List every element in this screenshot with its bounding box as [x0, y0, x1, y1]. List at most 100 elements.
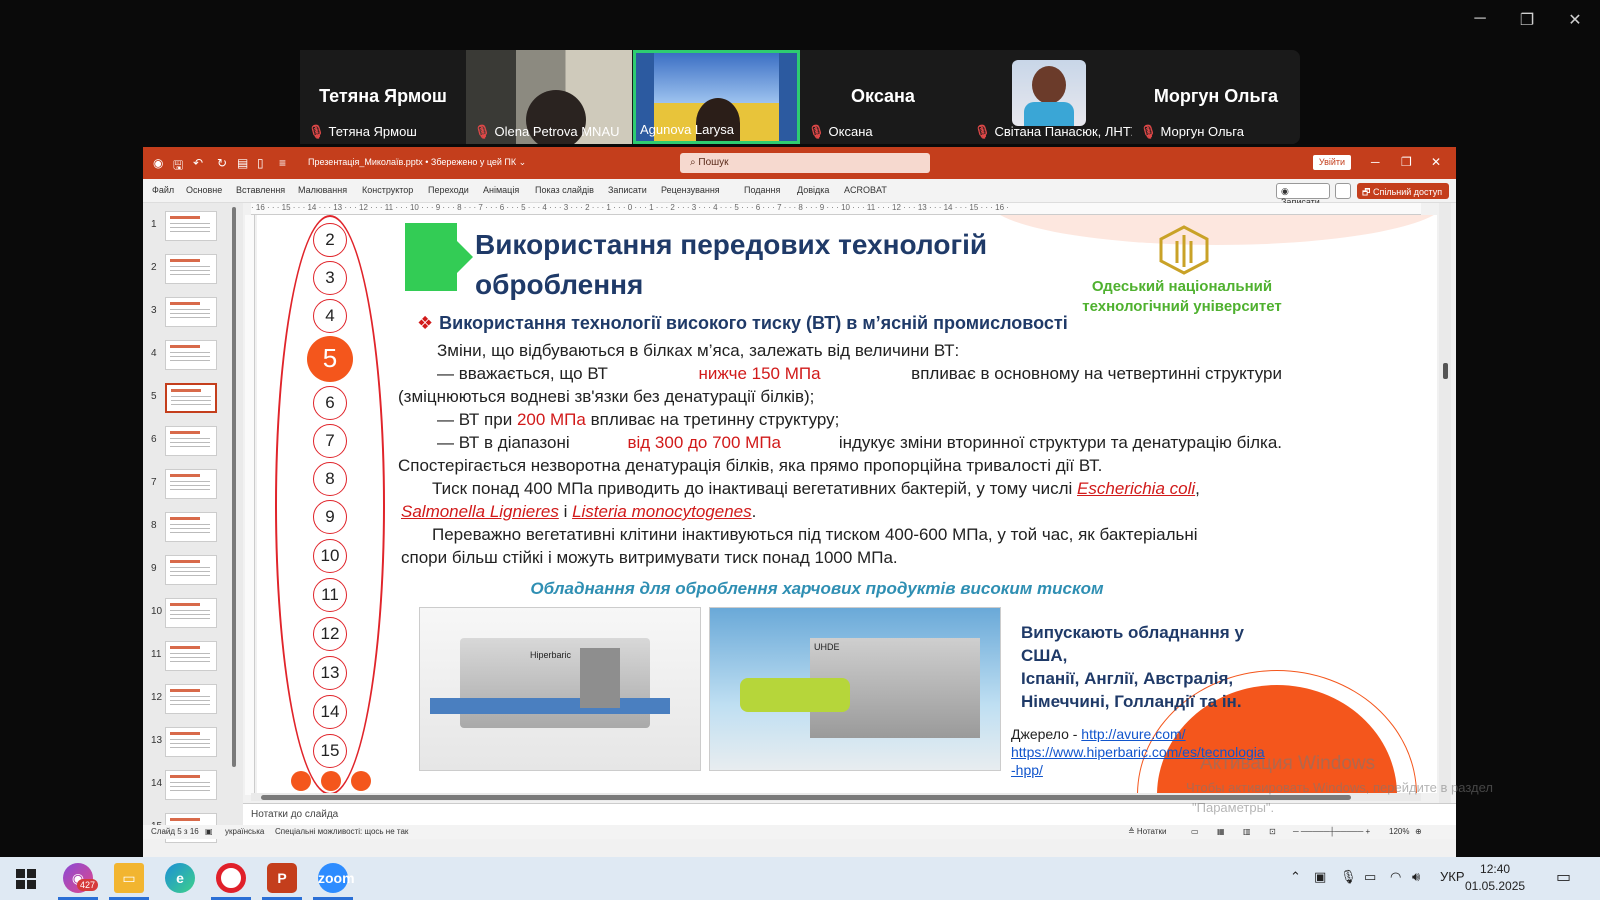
file-explorer-icon[interactable]: ▭: [114, 863, 144, 893]
accessibility-status[interactable]: Спеціальні можливості: щось не так: [275, 827, 408, 836]
tab-file[interactable]: Файл: [152, 185, 174, 195]
wifi-icon[interactable]: ◠: [1390, 869, 1401, 885]
slide-thumbnail[interactable]: [165, 383, 217, 413]
participant-tile[interactable]: 🎙︎ Olena Petrova MNAU: [466, 50, 632, 144]
autosave-icon[interactable]: ◉: [153, 156, 163, 170]
customize-icon[interactable]: ≡: [279, 156, 286, 170]
tab-home[interactable]: Основне: [186, 185, 222, 195]
minimize-icon[interactable]: ─: [1465, 10, 1495, 28]
comments-button[interactable]: [1335, 183, 1351, 199]
slide-nav-number[interactable]: 12: [313, 617, 347, 651]
tab-view[interactable]: Подання: [744, 185, 780, 195]
slide-thumbnail[interactable]: [165, 211, 217, 241]
tab-review[interactable]: Рецензування: [661, 185, 720, 195]
slide-nav-number[interactable]: 11: [313, 578, 347, 612]
share-button[interactable]: 🗗 Спільний доступ ⌄: [1357, 183, 1449, 211]
slide-nav-number-active[interactable]: 5: [307, 336, 353, 382]
tray-expand-icon[interactable]: ⌃: [1290, 869, 1301, 885]
login-button[interactable]: Увійти: [1313, 155, 1351, 170]
slide-nav-number[interactable]: 6: [313, 386, 347, 420]
language-status[interactable]: українська: [225, 827, 264, 836]
slide-thumbnail[interactable]: [165, 770, 217, 800]
ppt-minimize-icon[interactable]: ─: [1371, 155, 1380, 169]
zoom-app-icon[interactable]: zoom: [318, 863, 355, 893]
windows-start-icon[interactable]: [16, 869, 36, 889]
present-icon[interactable]: ▤: [237, 156, 248, 170]
tab-draw[interactable]: Малювання: [298, 185, 347, 195]
source-link-avure[interactable]: http://avure.com/: [1081, 726, 1185, 742]
tab-help[interactable]: Довідка: [797, 185, 829, 195]
ppt-restore-icon[interactable]: ❐: [1401, 155, 1412, 169]
search-input[interactable]: ⌕ Пошук: [680, 153, 930, 173]
slide-nav-number[interactable]: 7: [313, 424, 347, 458]
restore-icon[interactable]: ❐: [1512, 10, 1542, 30]
fit-slide-icon[interactable]: ⊕: [1415, 827, 1422, 836]
tab-animations[interactable]: Анімація: [483, 185, 519, 195]
reading-view-icon[interactable]: ▥: [1243, 827, 1251, 836]
slide-nav-number[interactable]: 2: [313, 223, 347, 257]
normal-view-icon[interactable]: ▭: [1191, 827, 1199, 836]
slide-nav-number[interactable]: 10: [313, 539, 347, 573]
slide-canvas[interactable]: 2 3 4 5 6 7 8 9 10 11 12 13 14 15 Використання передо…: [257, 215, 1437, 793]
tray-meet-icon[interactable]: ▣: [1314, 869, 1326, 885]
powerpoint-app-icon[interactable]: P: [267, 863, 297, 893]
vertical-scrollbar[interactable]: [1439, 203, 1451, 803]
slide-thumbnail[interactable]: [165, 598, 217, 628]
notifications-icon[interactable]: ▭: [1556, 867, 1571, 887]
slide-thumbnail[interactable]: [165, 340, 217, 370]
notes-toggle[interactable]: ≜ Нотатки: [1128, 827, 1166, 836]
participant-tile-active[interactable]: Agunova Larysa: [633, 50, 800, 144]
slide-thumbnail[interactable]: [165, 555, 217, 585]
source-link-hiperbaric-cont[interactable]: -hpp/: [1011, 762, 1043, 778]
slide-thumbnail[interactable]: [165, 512, 217, 542]
slide-nav-number[interactable]: 9: [313, 500, 347, 534]
participant-big-name: Оксана: [851, 86, 915, 106]
close-icon[interactable]: ✕: [1560, 10, 1590, 30]
undo-icon[interactable]: ↶: [193, 156, 203, 170]
slide-thumbnail[interactable]: [165, 254, 217, 284]
system-clock[interactable]: 12:40 01.05.2025: [1465, 861, 1525, 895]
slide-thumbnail[interactable]: [165, 469, 217, 499]
slide-nav-number[interactable]: 8: [313, 462, 347, 496]
tab-design[interactable]: Конструктор: [362, 185, 413, 195]
slide-nav-number[interactable]: 13: [313, 656, 347, 690]
tab-acrobat[interactable]: ACROBAT: [844, 185, 887, 195]
opera-browser-icon[interactable]: [216, 863, 246, 893]
spellcheck-icon[interactable]: ▣: [205, 827, 213, 836]
participant-tile[interactable]: 🎙︎ Світана Панасюк, ЛНТУ: [966, 50, 1132, 144]
redo-icon[interactable]: ↻: [217, 156, 227, 170]
slide-nav-number[interactable]: 4: [313, 299, 347, 333]
volume-icon[interactable]: 🔊︎: [1412, 869, 1420, 885]
participant-tile[interactable]: Тетяна Ярмош 🎙︎ Тетяна Ярмош: [300, 50, 466, 144]
participant-tile[interactable]: Моргун Ольга 🎙︎ Моргун Ольга: [1132, 50, 1300, 144]
tab-insert[interactable]: Вставлення: [236, 185, 285, 195]
tray-mic-icon[interactable]: 🎙︎: [1340, 869, 1357, 885]
thumbnail-scrollbar[interactable]: [232, 207, 236, 767]
ppt-close-icon[interactable]: ✕: [1431, 155, 1441, 169]
sorter-view-icon[interactable]: ▦: [1217, 827, 1225, 836]
slide-thumbnail[interactable]: [165, 297, 217, 327]
zoom-level[interactable]: 120%: [1389, 827, 1409, 836]
save-icon[interactable]: 🖫: [173, 156, 183, 177]
record-button[interactable]: ◉ Записати: [1276, 183, 1330, 207]
tab-transitions[interactable]: Переходи: [428, 185, 469, 195]
slide-thumbnail[interactable]: [165, 684, 217, 714]
slide-nav-number[interactable]: 14: [313, 695, 347, 729]
hpp-equipment-image[interactable]: UHDE: [709, 607, 1001, 771]
participant-tile[interactable]: Оксана 🎙︎ Оксана: [800, 50, 966, 144]
slide-thumbnail[interactable]: [165, 641, 217, 671]
slide-thumbnail[interactable]: [165, 426, 217, 456]
edge-browser-icon[interactable]: e: [165, 863, 195, 893]
input-language[interactable]: УКР: [1440, 869, 1465, 884]
slide-nav-number[interactable]: 3: [313, 261, 347, 295]
new-file-icon[interactable]: ▯: [257, 156, 264, 170]
tab-slideshow[interactable]: Показ слайдів: [535, 185, 594, 195]
hiperbaric-machine-image[interactable]: Hiperbaric: [419, 607, 701, 771]
zoom-slider[interactable]: ─ ─────┼───── +: [1293, 827, 1370, 836]
slideshow-view-icon[interactable]: ⊡: [1269, 827, 1276, 836]
battery-icon[interactable]: ▭: [1364, 869, 1376, 885]
activation-watermark-line: "Параметры".: [1192, 800, 1275, 815]
slide-thumbnail[interactable]: [165, 727, 217, 757]
slide-nav-number[interactable]: 15: [313, 734, 347, 768]
tab-record[interactable]: Записати: [608, 185, 647, 195]
